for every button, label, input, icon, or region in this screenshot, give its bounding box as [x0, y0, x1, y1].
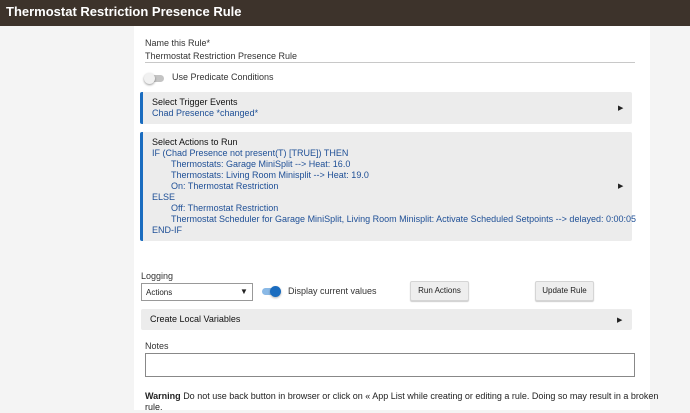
logging-label: Logging: [141, 271, 174, 281]
logging-selected: Actions: [146, 288, 173, 297]
actions-section[interactable]: Select Actions to Run IF (Chad Presence …: [140, 132, 636, 241]
triangle-right-icon: ▶: [618, 183, 624, 190]
warning-message-cont: rule.: [145, 402, 163, 412]
rule-panel: Name this Rule* Thermostat Restriction P…: [134, 26, 658, 412]
action-line: Off: Thermostat Restriction: [171, 203, 279, 213]
triangle-right-icon: ▶: [617, 317, 623, 324]
caret-down-icon: ▼: [240, 287, 248, 296]
trigger-value: Chad Presence *changed*: [152, 108, 259, 118]
action-line: ELSE: [152, 192, 176, 202]
predicate-toggle[interactable]: [144, 72, 166, 84]
trigger-heading: Select Trigger Events: [152, 97, 238, 107]
predicate-label: Use Predicate Conditions: [172, 72, 274, 82]
action-line: Thermostats: Garage MiniSplit --> Heat: …: [171, 159, 351, 169]
page-title: Thermostat Restriction Presence Rule: [6, 4, 242, 19]
toggle-knob: [144, 73, 155, 84]
app-header: Thermostat Restriction Presence Rule: [0, 0, 690, 26]
rule-name-label: Name this Rule*: [145, 38, 211, 48]
rule-name-underline: [145, 62, 635, 63]
display-values-toggle[interactable]: [260, 285, 282, 298]
action-line: END-IF: [152, 225, 182, 235]
logging-select[interactable]: Actions ▼: [141, 283, 253, 301]
triangle-right-icon: ▶: [618, 105, 624, 112]
trigger-events-section[interactable]: Select Trigger Events Chad Presence *cha…: [140, 92, 632, 124]
display-values-label: Display current values: [288, 286, 377, 296]
update-rule-button[interactable]: Update Rule: [535, 281, 594, 301]
local-variables-label: Create Local Variables: [150, 314, 241, 324]
action-line: Thermostats: Living Room Minisplit --> H…: [171, 170, 369, 180]
run-actions-button[interactable]: Run Actions: [410, 281, 469, 301]
action-line: On: Thermostat Restriction: [171, 181, 279, 191]
local-variables-section[interactable]: Create Local Variables ▶: [141, 309, 632, 330]
toggle-knob: [270, 286, 281, 297]
warning-bold: Warning: [145, 391, 181, 401]
action-line: IF (Chad Presence not present(T) [TRUE])…: [152, 148, 349, 158]
rule-name-input[interactable]: Thermostat Restriction Presence Rule: [145, 51, 297, 61]
warning-message: Do not use back button in browser or cli…: [183, 391, 659, 401]
actions-heading: Select Actions to Run: [152, 137, 238, 147]
notes-textarea[interactable]: [145, 353, 635, 377]
action-line: Thermostat Scheduler for Garage MiniSpli…: [171, 214, 636, 224]
notes-label: Notes: [145, 341, 169, 351]
